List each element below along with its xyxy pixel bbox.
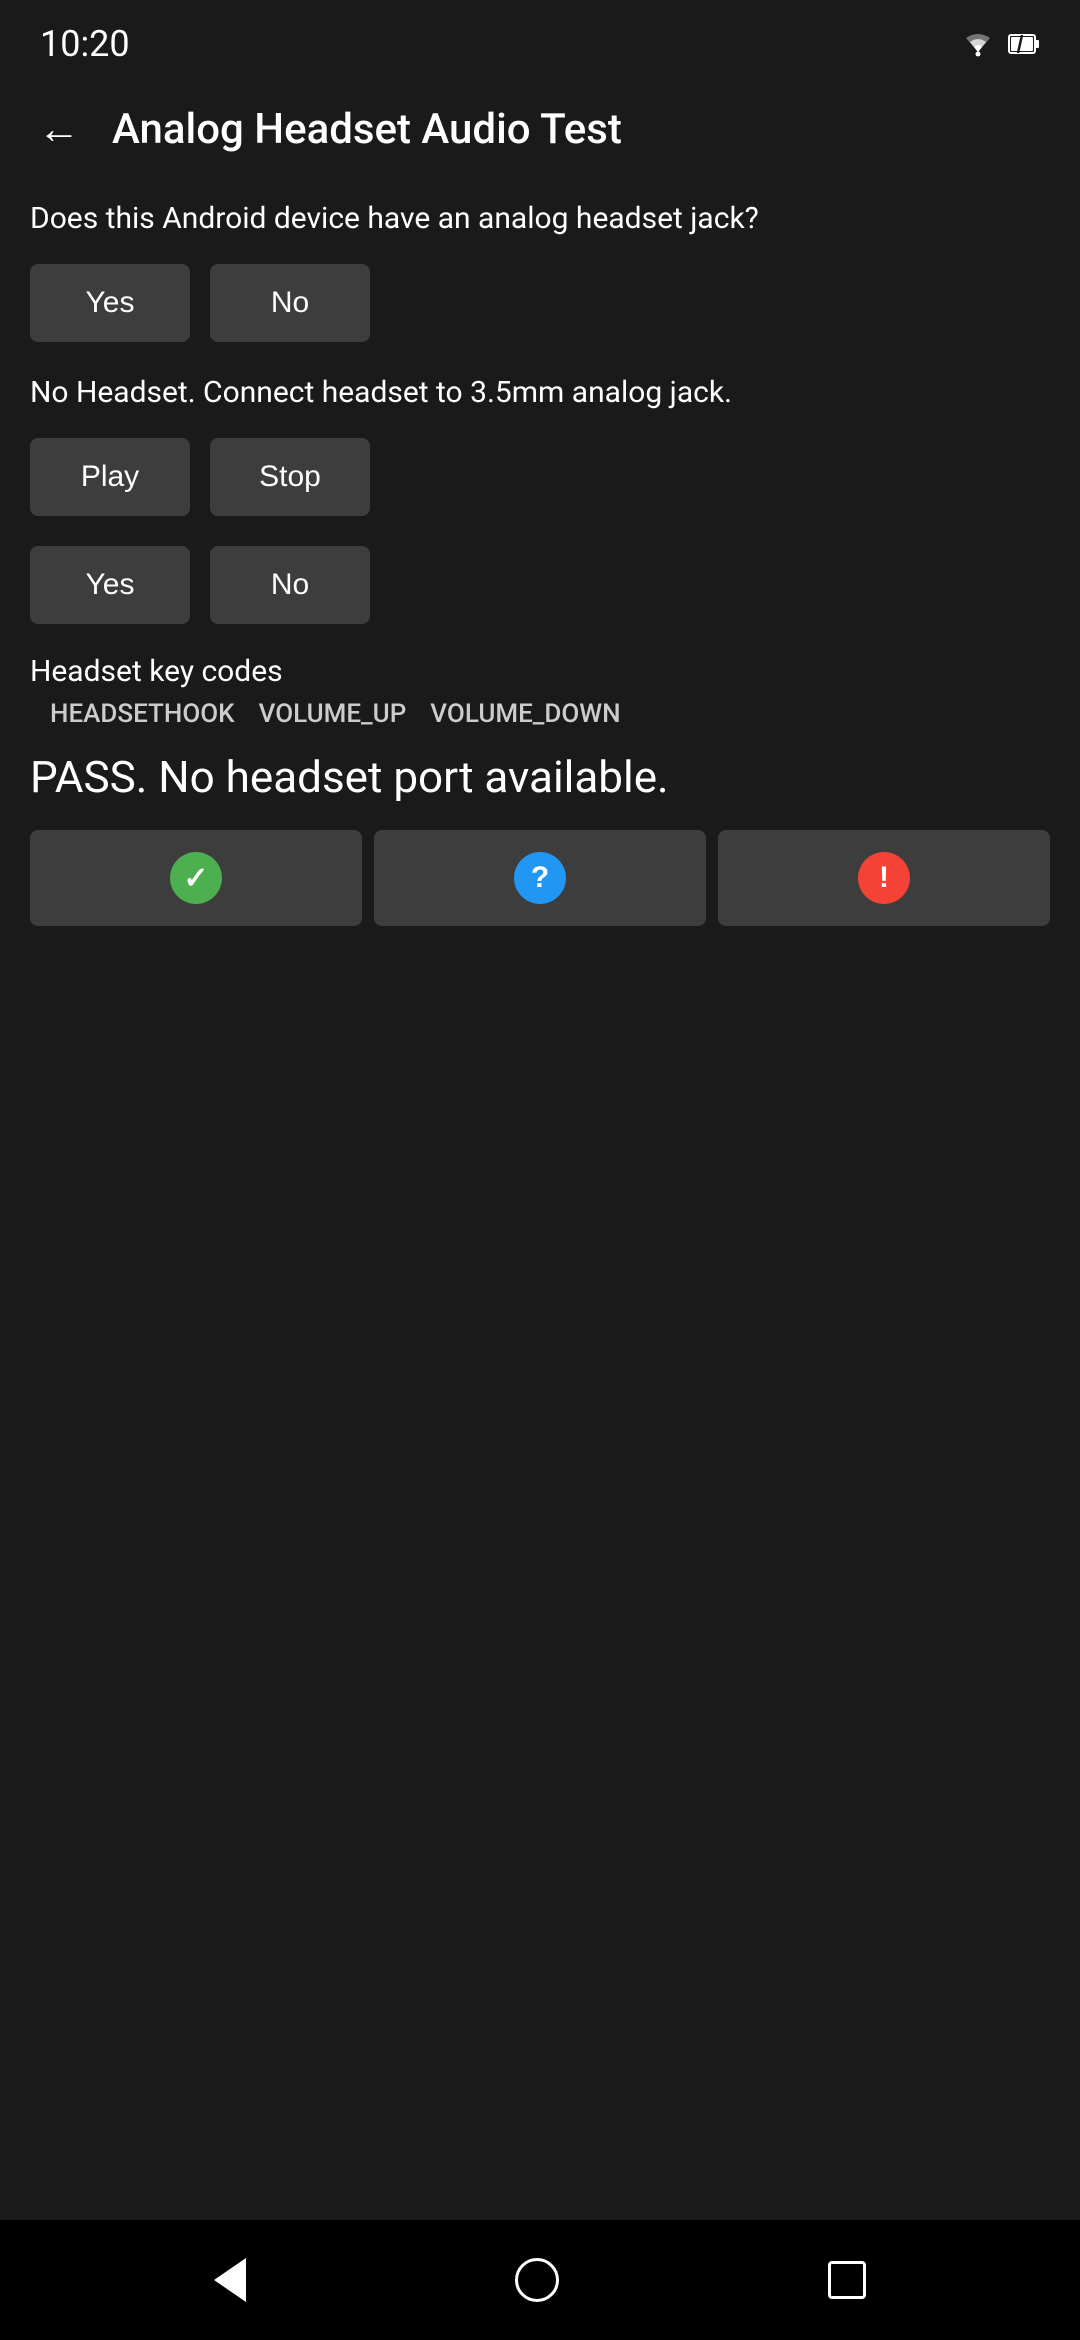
status-time: 10:20 — [40, 23, 130, 65]
pass-icon: ✓ — [170, 852, 222, 904]
top-bar: ← Analog Headset Audio Test — [0, 80, 1080, 178]
headset-jack-buttons: Yes No — [30, 264, 1050, 342]
nav-back-icon — [214, 2258, 246, 2302]
result-buttons: ✓ ? ! — [30, 830, 1050, 926]
question-icon: ? — [514, 852, 566, 904]
stop-button[interactable]: Stop — [210, 438, 370, 516]
headset-jack-yes-button[interactable]: Yes — [30, 264, 190, 342]
status-bar: 10:20 — [0, 0, 1080, 80]
key-codes-row: HEADSETHOOK VOLUME_UP VOLUME_DOWN — [30, 699, 1050, 729]
back-arrow-icon: ← — [38, 105, 80, 152]
headset-question: Does this Android device have an analog … — [30, 198, 1050, 240]
back-button[interactable]: ← — [30, 100, 88, 158]
nav-home-button[interactable] — [499, 2242, 575, 2318]
info-result-button[interactable]: ? — [374, 830, 706, 926]
nav-recents-icon — [828, 2261, 866, 2299]
nav-bar — [0, 2220, 1080, 2340]
confirm-yes-button[interactable]: Yes — [30, 546, 190, 624]
main-content: Does this Android device have an analog … — [0, 178, 1080, 2220]
headset-jack-no-button[interactable]: No — [210, 264, 370, 342]
page-title: Analog Headset Audio Test — [112, 105, 622, 154]
nav-back-button[interactable] — [198, 2242, 262, 2318]
status-icons — [960, 30, 1040, 58]
key-code-volume-up: VOLUME_UP — [259, 699, 407, 729]
fail-icon: ! — [858, 852, 910, 904]
wifi-icon — [960, 30, 996, 58]
confirm-no-button[interactable]: No — [210, 546, 370, 624]
key-code-headsethook: HEADSETHOOK — [50, 699, 235, 729]
connect-headset-info: No Headset. Connect headset to 3.5mm ana… — [30, 372, 1050, 414]
fail-result-button[interactable]: ! — [718, 830, 1050, 926]
play-stop-buttons: Play Stop — [30, 438, 1050, 516]
nav-home-icon — [515, 2258, 559, 2302]
pass-message: PASS. No headset port available. — [30, 749, 1050, 806]
pass-result-button[interactable]: ✓ — [30, 830, 362, 926]
play-button[interactable]: Play — [30, 438, 190, 516]
battery-icon — [1008, 30, 1040, 58]
key-code-volume-down: VOLUME_DOWN — [430, 699, 620, 729]
nav-recents-button[interactable] — [812, 2245, 882, 2315]
confirm-buttons: Yes No — [30, 546, 1050, 624]
headset-key-codes-label: Headset key codes — [30, 654, 1050, 689]
